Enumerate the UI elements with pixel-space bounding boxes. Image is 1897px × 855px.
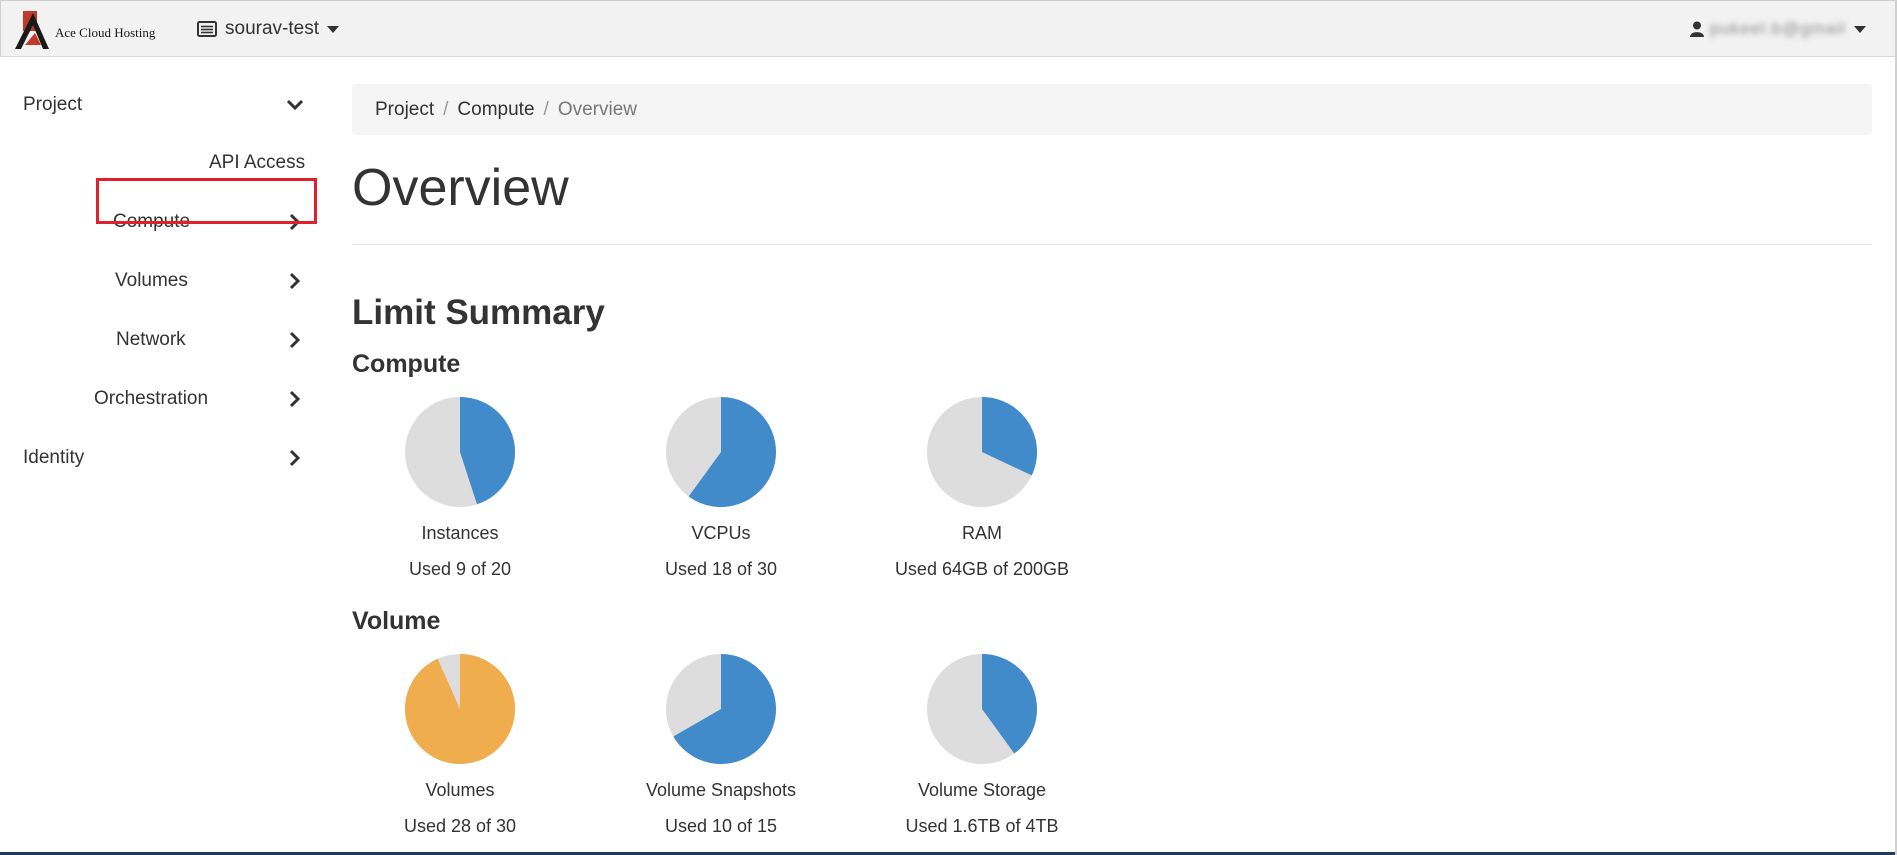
volume-group-heading: Volume <box>352 607 441 635</box>
breadcrumb-separator: / <box>543 98 549 120</box>
user-icon <box>1689 21 1704 37</box>
project-name: sourav-test <box>225 18 319 39</box>
top-navbar: Ace Cloud Hosting sourav-test pukeel.b@g… <box>0 0 1897 57</box>
sidebar-item-api-access[interactable]: API Access <box>209 143 305 183</box>
title-divider <box>352 244 1872 245</box>
chevron-right-icon <box>289 272 301 290</box>
sidebar-item-project[interactable]: Project <box>23 85 313 125</box>
sidebar-item-label: API Access <box>209 152 306 173</box>
pie-label: Volumes <box>425 780 495 800</box>
sidebar-item-volumes[interactable]: Volumes <box>115 261 313 301</box>
brand-name: Ace Cloud Hosting <box>55 25 156 40</box>
caret-down-icon <box>326 25 339 33</box>
pie-card-instances: Instances Used 9 of 20 <box>350 396 570 580</box>
pie-card-volume-storage: Volume Storage Used 1.6TB of 4TB <box>872 653 1092 837</box>
pie-card-volume-snapshots: Volume Snapshots Used 10 of 15 <box>611 653 831 837</box>
pie-card-ram: RAM Used 64GB of 200GB <box>872 396 1092 580</box>
sidebar-item-compute[interactable]: Compute <box>113 202 313 242</box>
pie-chart <box>927 654 1038 764</box>
breadcrumb-item-project[interactable]: Project <box>375 99 434 121</box>
user-menu-dropdown[interactable]: pukeel.b@gmail <box>1689 17 1866 41</box>
project-switcher-dropdown[interactable]: sourav-test <box>197 15 339 43</box>
sidebar-item-label: Project <box>23 94 83 115</box>
pie-chart <box>404 654 515 764</box>
pie-chart <box>666 397 776 507</box>
pie-chart <box>927 397 1038 507</box>
sidebar: Project API Access Compute Volumes Netwo… <box>0 58 330 855</box>
pie-usage-text: Used 10 of 15 <box>664 816 778 836</box>
sidebar-item-label: Orchestration <box>94 388 209 409</box>
sidebar-item-label: Compute <box>113 211 191 232</box>
brand-logo[interactable]: Ace Cloud Hosting <box>15 11 165 51</box>
sidebar-item-network[interactable]: Network <box>116 320 313 360</box>
pie-chart <box>666 654 777 764</box>
page-title: Overview <box>352 159 569 217</box>
limit-summary-heading: Limit Summary <box>352 293 605 332</box>
pie-label: Volume Storage <box>917 780 1047 800</box>
pie-card-volumes: Volumes Used 28 of 30 <box>350 653 570 837</box>
pie-usage-text: Used 1.6TB of 4TB <box>905 816 1059 836</box>
chevron-right-icon <box>289 390 301 408</box>
pie-label: VCPUs <box>691 523 751 543</box>
pie-usage-text: Used 9 of 20 <box>408 559 512 579</box>
pie-card-vcpus: VCPUs Used 18 of 30 <box>611 396 831 580</box>
caret-down-icon <box>1854 25 1866 33</box>
pie-usage-text: Used 64GB of 200GB <box>894 559 1070 579</box>
pie-usage-text: Used 18 of 30 <box>664 559 778 579</box>
user-name: pukeel.b@gmail <box>1709 19 1846 38</box>
sidebar-item-label: Identity <box>23 447 85 468</box>
breadcrumb-item-compute[interactable]: Compute <box>457 99 534 121</box>
sidebar-item-label: Volumes <box>115 270 188 291</box>
pie-usage-text: Used 28 of 30 <box>403 816 517 836</box>
chevron-right-icon <box>289 449 301 467</box>
ace-logo-icon <box>15 11 49 49</box>
sidebar-item-label: Network <box>116 329 186 350</box>
pie-chart <box>405 397 516 507</box>
server-icon <box>197 21 217 37</box>
sidebar-item-identity[interactable]: Identity <box>23 438 313 478</box>
chevron-right-icon <box>289 213 301 231</box>
breadcrumb-separator: / <box>443 98 449 120</box>
chevron-right-icon <box>289 331 301 349</box>
breadcrumb-current: Overview <box>557 98 637 120</box>
compute-group-heading: Compute <box>352 350 461 378</box>
sidebar-item-orchestration[interactable]: Orchestration <box>94 379 313 419</box>
chevron-down-icon <box>286 99 304 111</box>
pie-label: Volume Snapshots <box>645 780 797 800</box>
breadcrumb: Project / Compute / Overview <box>352 84 1872 135</box>
pie-label: Instances <box>421 523 499 543</box>
pie-label: RAM <box>962 523 1002 543</box>
